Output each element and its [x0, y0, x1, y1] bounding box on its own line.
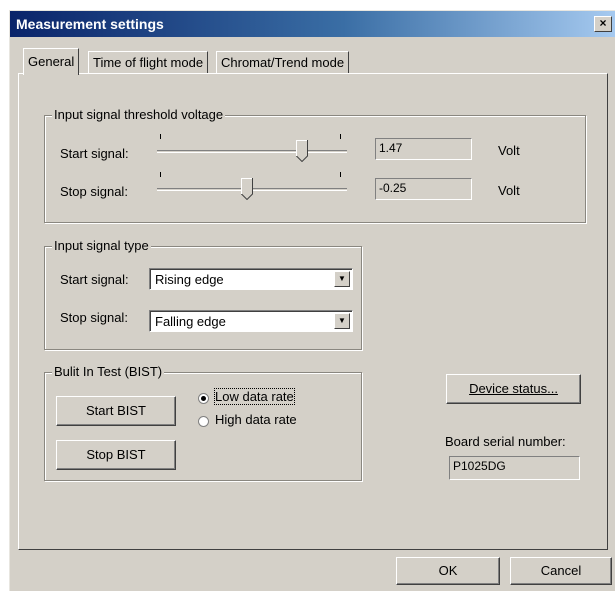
slider-tick: [160, 134, 161, 139]
start-threshold-slider[interactable]: [157, 134, 347, 164]
low-data-rate-radio[interactable]: [198, 393, 209, 404]
board-serial-value: P1025DG: [449, 456, 580, 480]
tab-panel-general: Input signal threshold voltage Start sig…: [18, 73, 608, 550]
threshold-voltage-group: Input signal threshold voltage Start sig…: [44, 107, 586, 223]
tab-chromat-trend-mode[interactable]: Chromat/Trend mode: [216, 51, 350, 73]
start-threshold-thumb[interactable]: [295, 140, 308, 162]
high-data-rate-label[interactable]: High data rate: [215, 412, 297, 427]
signal-type-legend: Input signal type: [52, 238, 151, 253]
title-bar[interactable]: Measurement settings ×: [10, 11, 615, 37]
bist-legend: Bulit In Test (BIST): [52, 364, 165, 379]
chevron-down-icon[interactable]: ▼: [334, 313, 350, 329]
slider-tick: [160, 172, 161, 177]
stop-threshold-unit: Volt: [498, 183, 520, 198]
start-signal-select[interactable]: Rising edge ▼: [149, 268, 353, 290]
threshold-start-label: Start signal:: [60, 146, 129, 161]
device-status-button[interactable]: Device status...: [446, 374, 581, 404]
tab-general[interactable]: General: [23, 48, 80, 75]
signal-type-start-label: Start signal:: [60, 272, 129, 287]
stop-signal-value: Falling edge: [155, 314, 226, 329]
stop-threshold-slider[interactable]: [157, 172, 347, 202]
slider-track: [157, 150, 347, 153]
stop-threshold-value: -0.25: [375, 178, 472, 200]
bist-group: Bulit In Test (BIST) Start BIST Stop BIS…: [44, 364, 362, 481]
stop-signal-select[interactable]: Falling edge ▼: [149, 310, 353, 332]
start-threshold-unit: Volt: [498, 143, 520, 158]
tab-chromat-trend-label: Chromat/Trend mode: [221, 55, 345, 70]
signal-type-group: Input signal type Start signal: Rising e…: [44, 238, 362, 350]
cancel-button[interactable]: Cancel: [510, 557, 612, 585]
measurement-settings-dialog: Measurement settings × General Time of f…: [9, 10, 615, 591]
low-data-rate-label[interactable]: Low data rate: [214, 388, 295, 405]
threshold-voltage-legend: Input signal threshold voltage: [52, 107, 226, 122]
slider-tick: [340, 172, 341, 177]
close-icon[interactable]: ×: [594, 16, 612, 32]
tab-time-of-flight-mode[interactable]: Time of flight mode: [88, 51, 209, 73]
stop-bist-button[interactable]: Stop BIST: [56, 440, 176, 470]
chevron-down-icon[interactable]: ▼: [334, 271, 350, 287]
signal-type-stop-label: Stop signal:: [60, 310, 128, 325]
ok-button[interactable]: OK: [396, 557, 500, 585]
slider-tick: [340, 134, 341, 139]
threshold-stop-label: Stop signal:: [60, 184, 128, 199]
device-status-label: Device status...: [469, 381, 558, 396]
stop-threshold-thumb[interactable]: [240, 178, 253, 200]
high-data-rate-radio[interactable]: [198, 416, 209, 427]
start-signal-value: Rising edge: [155, 272, 224, 287]
tab-time-of-flight-label: Time of flight mode: [93, 55, 204, 70]
window-title: Measurement settings: [16, 16, 164, 32]
tab-general-label: General: [28, 54, 75, 69]
start-threshold-value: 1.47: [375, 138, 472, 160]
start-bist-button[interactable]: Start BIST: [56, 396, 176, 426]
board-serial-label: Board serial number:: [445, 434, 566, 449]
